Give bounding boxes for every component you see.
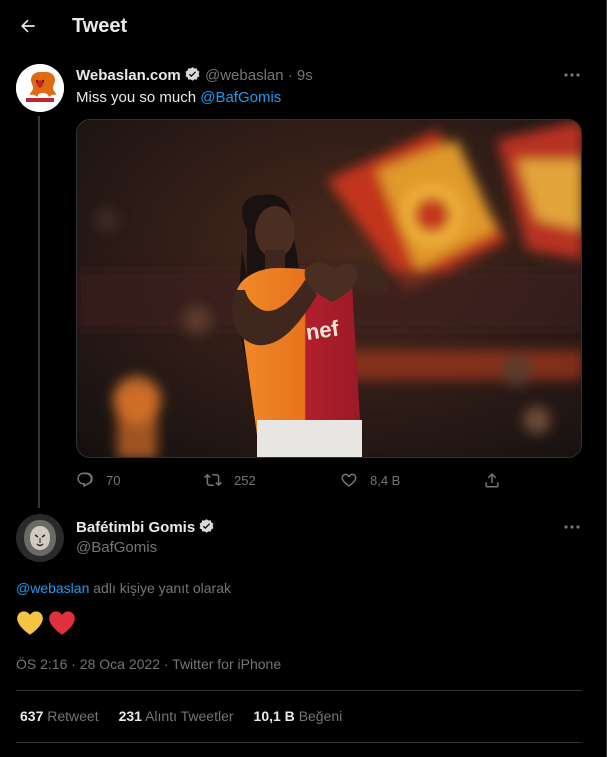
more-dots-icon: [564, 525, 580, 529]
yellow-heart-icon: [17, 611, 43, 635]
retweet-action[interactable]: 252: [204, 470, 256, 490]
webaslan-avatar[interactable]: [16, 64, 64, 112]
like-stats-count: 10,1 B: [253, 708, 295, 724]
thread-connector-line: [38, 116, 40, 508]
football-player-photo: nef: [77, 120, 581, 457]
gomis-avatar[interactable]: [16, 514, 64, 562]
tweet1-author-name[interactable]: Webaslan.com: [76, 66, 201, 84]
reply-action[interactable]: 70: [76, 470, 120, 490]
page-title: Tweet: [72, 15, 128, 37]
replying-to: @webaslan adlı kişiye yanıt olarak: [16, 580, 231, 596]
top-header: Tweet: [0, 0, 607, 53]
share-action[interactable]: [483, 470, 513, 490]
like-count: 8,4 B: [370, 472, 401, 488]
tweet1-author-name-text: Webaslan.com: [76, 67, 181, 84]
tweet2-timestamp-source[interactable]: ÖS 2:16 · 28 Oca 2022 · Twitter for iPho…: [16, 656, 281, 672]
tweet1-photo[interactable]: nef: [76, 119, 582, 458]
divider: [16, 690, 582, 691]
share-icon: [485, 472, 499, 488]
retweet-count: 252: [234, 472, 256, 488]
webaslan-logo-icon: [16, 64, 64, 112]
tweet1-text-body: Miss you so much: [76, 89, 201, 106]
red-heart-icon: [49, 611, 75, 635]
like-stats-link[interactable]: 10,1 B Beğeni: [254, 708, 343, 724]
tweet2-emoji-text: [16, 610, 76, 636]
more-dots-icon: [564, 73, 580, 77]
heart-icon: [341, 473, 357, 487]
tweet1-text: Miss you so much @BafGomis: [76, 89, 281, 106]
quote-stats-link[interactable]: 231 Alıntı Tweetler: [119, 708, 234, 724]
back-button[interactable]: [14, 12, 42, 40]
like-action[interactable]: 8,4 B: [340, 470, 400, 490]
engagement-stats: 637 Retweet 231 Alıntı Tweetler 10,1 B B…: [20, 708, 342, 724]
quote-stats-label: Alıntı Tweetler: [145, 708, 234, 724]
back-arrow-icon: [21, 19, 35, 33]
divider: [16, 742, 582, 743]
reply-icon: [77, 472, 93, 488]
quote-stats-count: 231: [118, 708, 142, 724]
like-stats-label: Beğeni: [298, 708, 343, 724]
tweet2-author-name[interactable]: Bafétimbi Gomis: [76, 518, 215, 536]
verified-badge-icon: [185, 67, 200, 81]
svg-text:nef: nef: [304, 316, 341, 345]
tweet1-handle-time: @webaslan · 9s: [205, 67, 313, 84]
retweet-stats-label: Retweet: [47, 708, 99, 724]
tweet2-handle: @BafGomis: [76, 539, 158, 556]
tweet2-more-button[interactable]: [560, 518, 584, 536]
reply-count: 70: [106, 472, 121, 488]
retweet-icon: [204, 473, 222, 487]
reply-mention-link[interactable]: @webaslan: [16, 580, 89, 596]
verified-badge-icon: [199, 519, 214, 533]
reply-suffix-text: adlı kişiye yanıt olarak: [89, 580, 231, 596]
tweet2-author-name-text: Bafétimbi Gomis: [76, 519, 196, 536]
retweet-stats-link[interactable]: 637 Retweet: [20, 708, 99, 724]
tweet1-mention-link[interactable]: @BafGomis: [200, 89, 281, 106]
tweet1-more-button[interactable]: [560, 66, 584, 84]
lion-avatar-icon: [16, 514, 64, 562]
retweet-stats-count: 637: [20, 708, 44, 724]
